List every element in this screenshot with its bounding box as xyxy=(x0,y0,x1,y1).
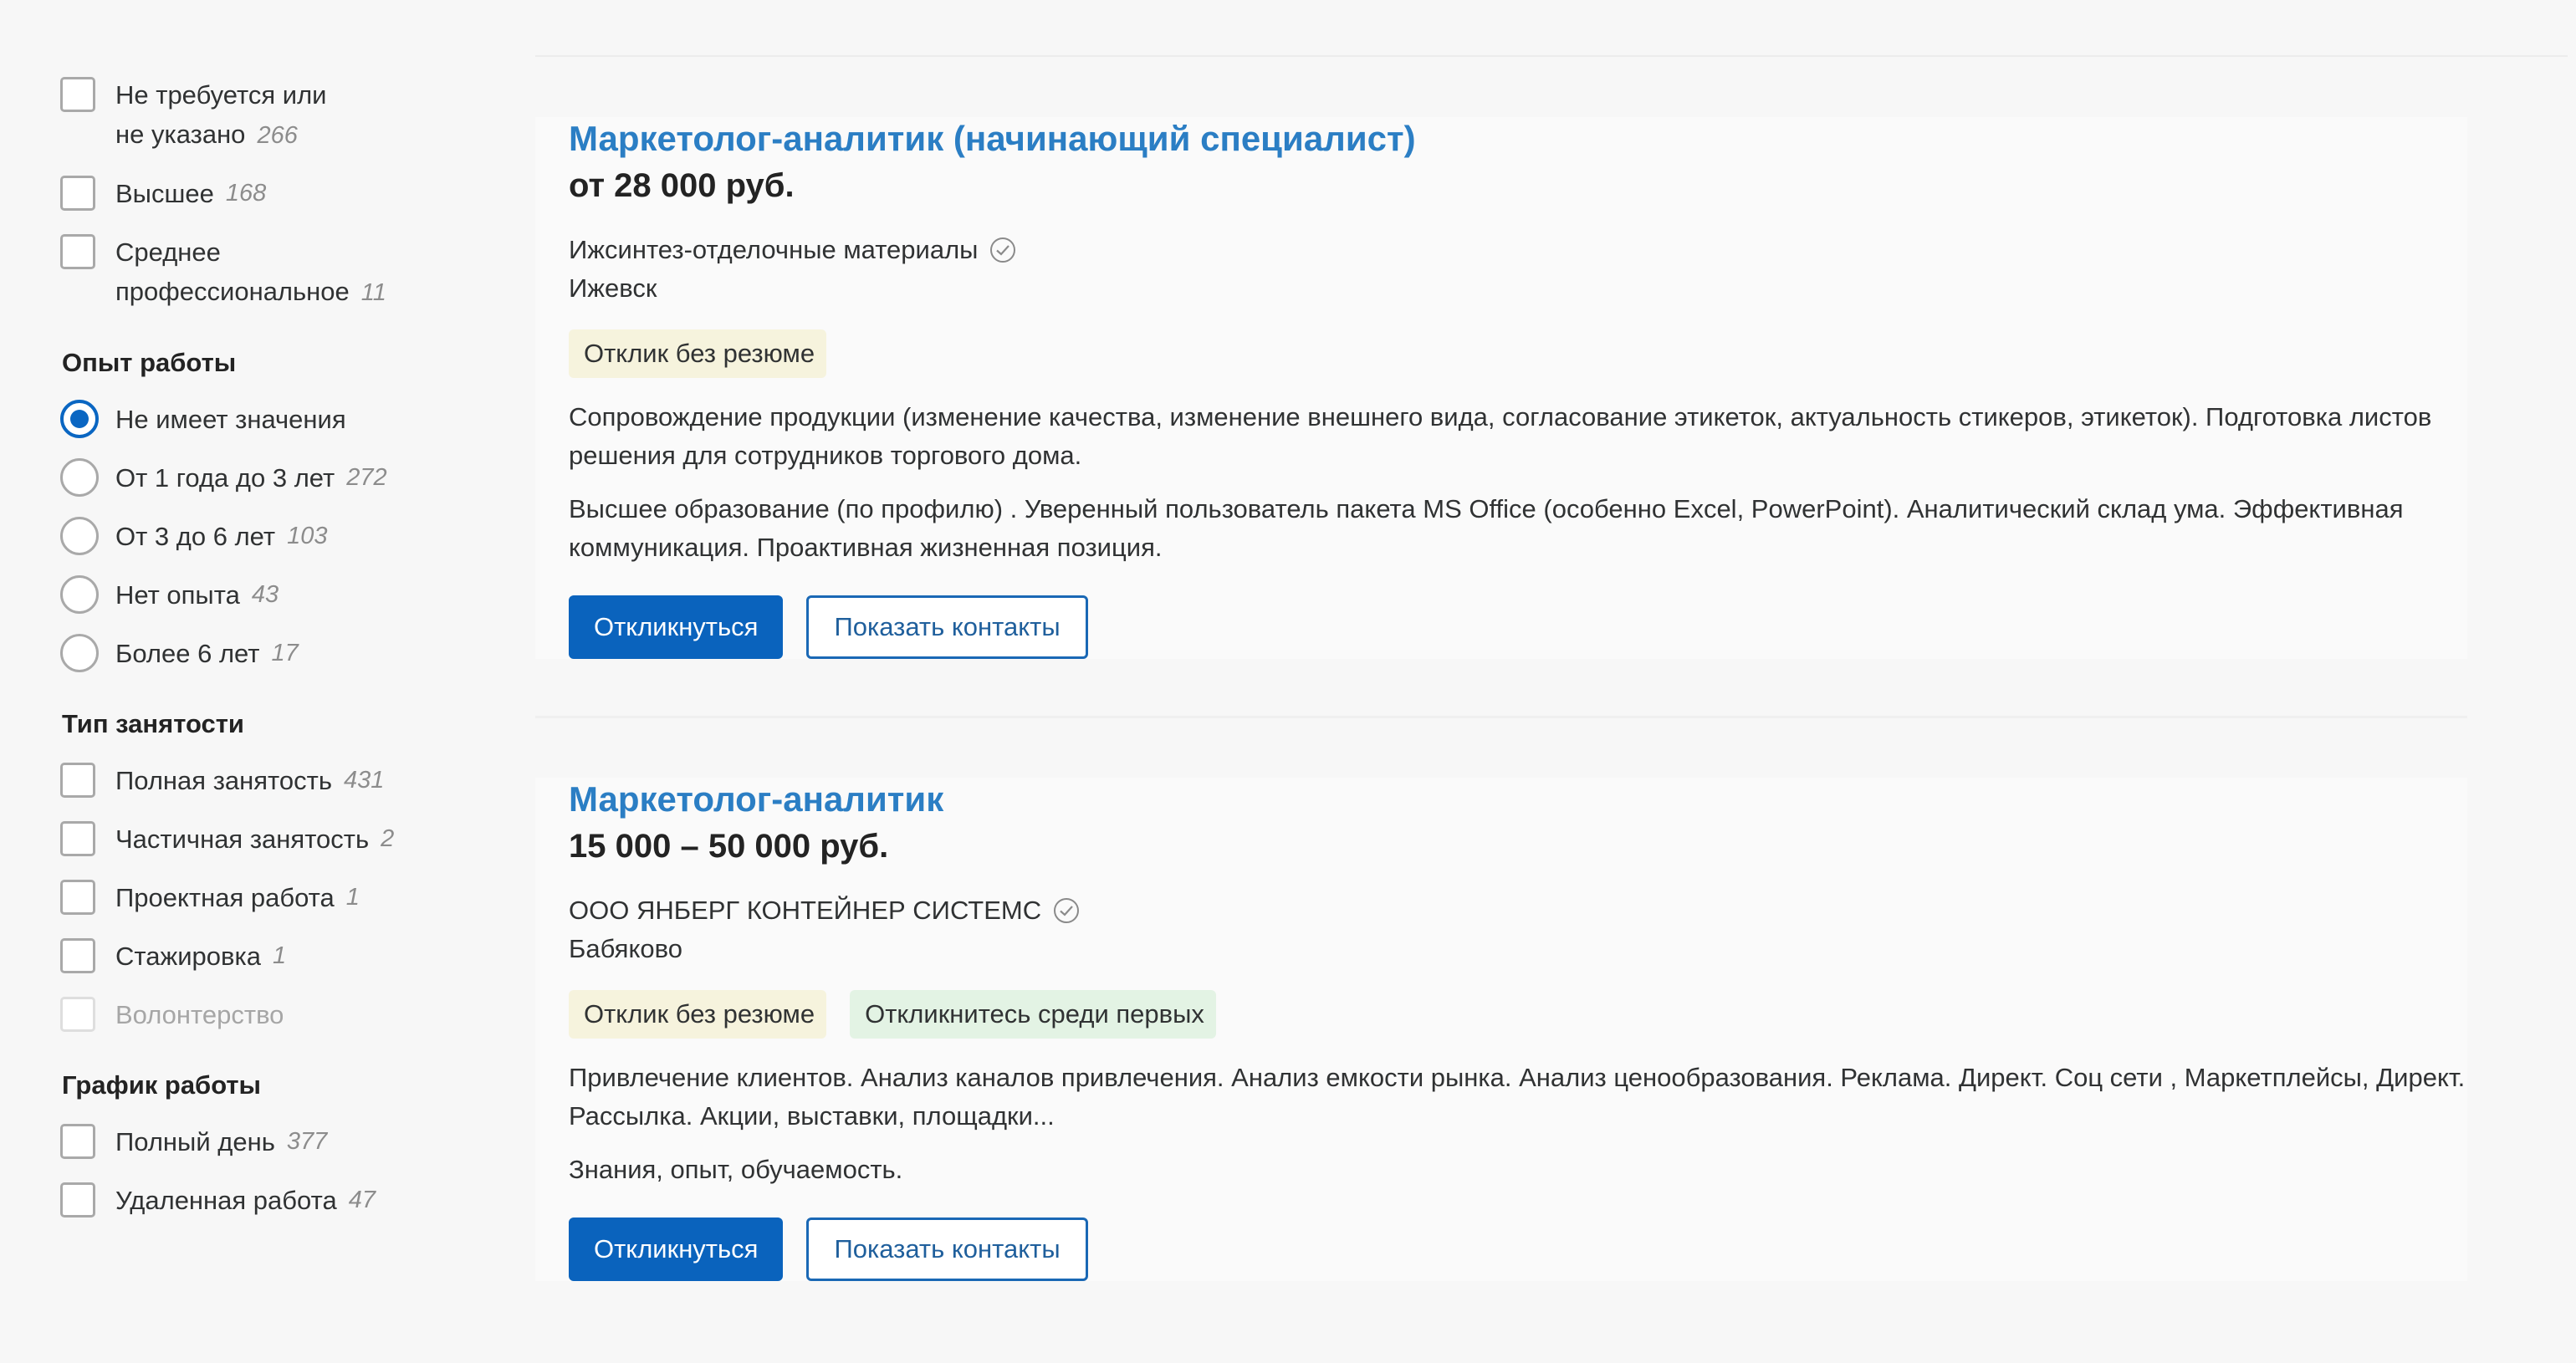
vacancy-requirements: Высшее образование (по профилю) . Уверен… xyxy=(569,494,2404,562)
schedule-section-title: График работы xyxy=(62,1070,262,1100)
filter-count: 272 xyxy=(346,464,387,491)
filter-schedule-remote[interactable]: Удаленная работа 47 xyxy=(60,1181,529,1221)
filter-experience-3-6[interactable]: От 3 до 6 лет 103 xyxy=(60,517,529,557)
vacancy-tags: Отклик без резюме Откликнитесь среди пер… xyxy=(569,990,2467,1039)
filter-employment-full[interactable]: Полная занятость 431 xyxy=(60,761,529,801)
experience-section-title: Опыт работы xyxy=(62,348,237,377)
checkbox[interactable] xyxy=(60,821,95,856)
filter-employment-volunteer: Волонтерство xyxy=(60,995,529,1035)
tag-respond-first: Откликнитесь среди первых xyxy=(850,990,1216,1039)
top-divider xyxy=(535,55,2568,57)
filter-label: Проектная работа xyxy=(115,883,335,912)
checkbox[interactable] xyxy=(60,1124,95,1159)
checkbox[interactable] xyxy=(60,176,95,211)
filter-label: Волонтерство xyxy=(115,1000,284,1029)
vacancy-responsibilities: Сопровождение продукции (изменение качес… xyxy=(569,402,2432,470)
filter-label: Нет опыта xyxy=(115,580,240,610)
company-name-link[interactable]: ООО ЯНБЕРГ КОНТЕЙНЕР СИСТЕМС xyxy=(569,891,1041,930)
filter-label: Удаленная работа xyxy=(115,1186,337,1215)
filter-label: Высшее xyxy=(115,179,214,208)
vacancy-responsibilities: Привлечение клиентов. Анализ каналов при… xyxy=(569,1063,2466,1131)
company-name-link[interactable]: Ижсинтез-отделочные материалы xyxy=(569,231,978,269)
filter-count: 17 xyxy=(271,640,299,666)
checkbox-disabled xyxy=(60,997,95,1032)
vacancy-title-link[interactable]: Маркетолог-аналитик (начинающий специали… xyxy=(569,117,2467,161)
vacancy-divider xyxy=(535,716,2467,718)
vacancy-salary: от 28 000 руб. xyxy=(569,167,795,204)
filter-label: Полная занятость xyxy=(115,766,332,795)
filter-count: 47 xyxy=(348,1187,376,1213)
filter-label: Частичная занятость xyxy=(115,824,370,854)
filter-label: Среднее профессиональное xyxy=(115,237,350,306)
employment-section-title: Тип занятости xyxy=(62,709,244,738)
vacancy-requirements: Знания, опыт, обучаемость. xyxy=(569,1155,903,1184)
filter-employment-part[interactable]: Частичная занятость 2 xyxy=(60,819,529,860)
filter-label: Не имеет значения xyxy=(115,405,346,434)
filter-count: 43 xyxy=(251,581,279,608)
filter-experience-1-3[interactable]: От 1 года до 3 лет 272 xyxy=(60,458,529,498)
vacancy-card: Маркетолог-аналитик (начинающий специали… xyxy=(535,117,2467,659)
filter-label: Более 6 лет xyxy=(115,639,260,668)
filter-count: 11 xyxy=(360,279,386,306)
respond-button[interactable]: Откликнуться xyxy=(569,595,784,659)
vacancy-title-link[interactable]: Маркетолог-аналитик xyxy=(569,778,2467,821)
filters-sidebar: Не требуется или не указано 266 Высшее 168… xyxy=(60,75,529,1239)
checkbox[interactable] xyxy=(60,1182,95,1218)
checkbox[interactable] xyxy=(60,763,95,798)
filter-label: Стажировка xyxy=(115,942,261,971)
filter-employment-internship[interactable]: Стажировка 1 xyxy=(60,937,529,977)
vacancy-actions: Откликнуться Показать контакты xyxy=(569,1218,2467,1281)
verified-check-icon xyxy=(990,237,1016,263)
vacancy-actions: Откликнуться Показать контакты xyxy=(569,595,2467,659)
respond-button[interactable]: Откликнуться xyxy=(569,1218,784,1281)
vacancy-card: Маркетолог-аналитик 15 000 – 50 000 руб.… xyxy=(535,778,2467,1281)
filter-experience-6plus[interactable]: Более 6 лет 17 xyxy=(60,634,529,674)
vacancy-company: ООО ЯНБЕРГ КОНТЕЙНЕР СИСТЕМС xyxy=(569,891,2467,930)
filter-count: 1 xyxy=(272,942,287,969)
radio-button[interactable] xyxy=(60,458,99,497)
filter-experience-any[interactable]: Не имеет значения xyxy=(60,400,529,440)
filter-count: 168 xyxy=(225,180,267,207)
filter-employment-project[interactable]: Проектная работа 1 xyxy=(60,878,529,918)
verified-check-icon xyxy=(1054,898,1080,923)
filter-count: 103 xyxy=(287,523,328,549)
vacancy-city: Ижевск xyxy=(569,273,657,303)
filter-experience-none[interactable]: Нет опыта 43 xyxy=(60,575,529,615)
vacancy-tags: Отклик без резюме xyxy=(569,329,2467,378)
radio-button[interactable] xyxy=(60,634,99,672)
radio-button[interactable] xyxy=(60,400,99,438)
filter-count: 431 xyxy=(344,767,385,794)
show-contacts-button[interactable]: Показать контакты xyxy=(806,1218,1088,1281)
tag-no-resume: Отклик без резюме xyxy=(569,990,827,1039)
filter-education-secondary[interactable]: Среднее профессиональное 11 xyxy=(60,232,428,313)
checkbox[interactable] xyxy=(60,77,95,112)
filter-count: 377 xyxy=(286,1128,328,1155)
radio-button[interactable] xyxy=(60,517,99,555)
radio-button[interactable] xyxy=(60,575,99,614)
checkbox[interactable] xyxy=(60,938,95,973)
vacancy-company: Ижсинтез-отделочные материалы xyxy=(569,231,2467,269)
filter-count: 2 xyxy=(381,825,395,852)
show-contacts-button[interactable]: Показать контакты xyxy=(806,595,1088,659)
filter-label: От 1 года до 3 лет xyxy=(115,463,335,493)
checkbox[interactable] xyxy=(60,880,95,915)
filter-label: От 3 до 6 лет xyxy=(115,522,276,551)
tag-no-resume: Отклик без резюме xyxy=(569,329,827,378)
filter-label: Полный день xyxy=(115,1127,275,1156)
vacancy-salary: 15 000 – 50 000 руб. xyxy=(569,828,889,865)
filter-education-higher[interactable]: Высшее 168 xyxy=(60,174,529,214)
vacancy-city: Бабяково xyxy=(569,934,682,963)
filter-schedule-fullday[interactable]: Полный день 377 xyxy=(60,1122,529,1162)
filter-education-none[interactable]: Не требуется или не указано 266 xyxy=(60,75,361,156)
checkbox[interactable] xyxy=(60,234,95,269)
filter-count: 1 xyxy=(345,884,360,911)
filter-count: 266 xyxy=(257,122,298,149)
